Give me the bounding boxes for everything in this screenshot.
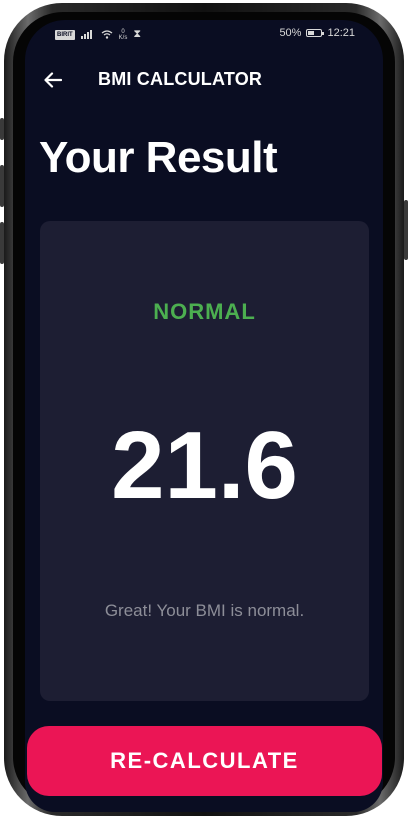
carrier-chip: BIRIT [55,29,75,40]
network-speed: 0 K/s [119,29,128,41]
app-screen: BIRIT 0 K/s ⧗ 50% 12:21 BMI CALCULATOR Y… [25,20,383,812]
phone-power-button [404,200,408,260]
app-bar: BMI CALCULATOR [25,60,383,100]
cell-signal-icon [80,30,92,39]
wifi-icon [101,30,113,39]
clock: 12:21 [327,27,355,39]
phone-side-button [0,118,4,140]
phone-volume-up-button [0,165,4,207]
bmi-status-label: NORMAL [153,299,256,324]
app-bar-title: BMI CALCULATOR [98,69,263,89]
arrow-left-icon [44,72,62,88]
recalculate-button-label: RE-CALCULATE [110,748,299,773]
recalculate-button[interactable]: RE-CALCULATE [27,726,382,796]
phone-frame: BIRIT 0 K/s ⧗ 50% 12:21 BMI CALCULATOR Y… [0,0,408,817]
hourglass-icon: ⧗ [133,28,142,40]
battery-level [308,31,315,35]
bmi-interpretation-message: Great! Your BMI is normal. [104,601,305,620]
back-button[interactable] [39,66,67,94]
page-title: Your Result [39,133,278,182]
status-bar-left: BIRIT 0 K/s ⧗ [55,28,141,41]
battery-icon [306,29,325,37]
battery-percent: 50% [279,27,302,39]
status-bar: BIRIT 0 K/s ⧗ 50% 12:21 [25,20,383,46]
result-card: NORMAL 21.6 Great! Your BMI is normal. [40,221,369,701]
status-bar-right: 50% 12:21 [279,27,355,39]
phone-volume-down-button [0,222,4,264]
bmi-value: 21.6 [111,412,298,519]
network-speed-unit: K/s [118,34,128,41]
